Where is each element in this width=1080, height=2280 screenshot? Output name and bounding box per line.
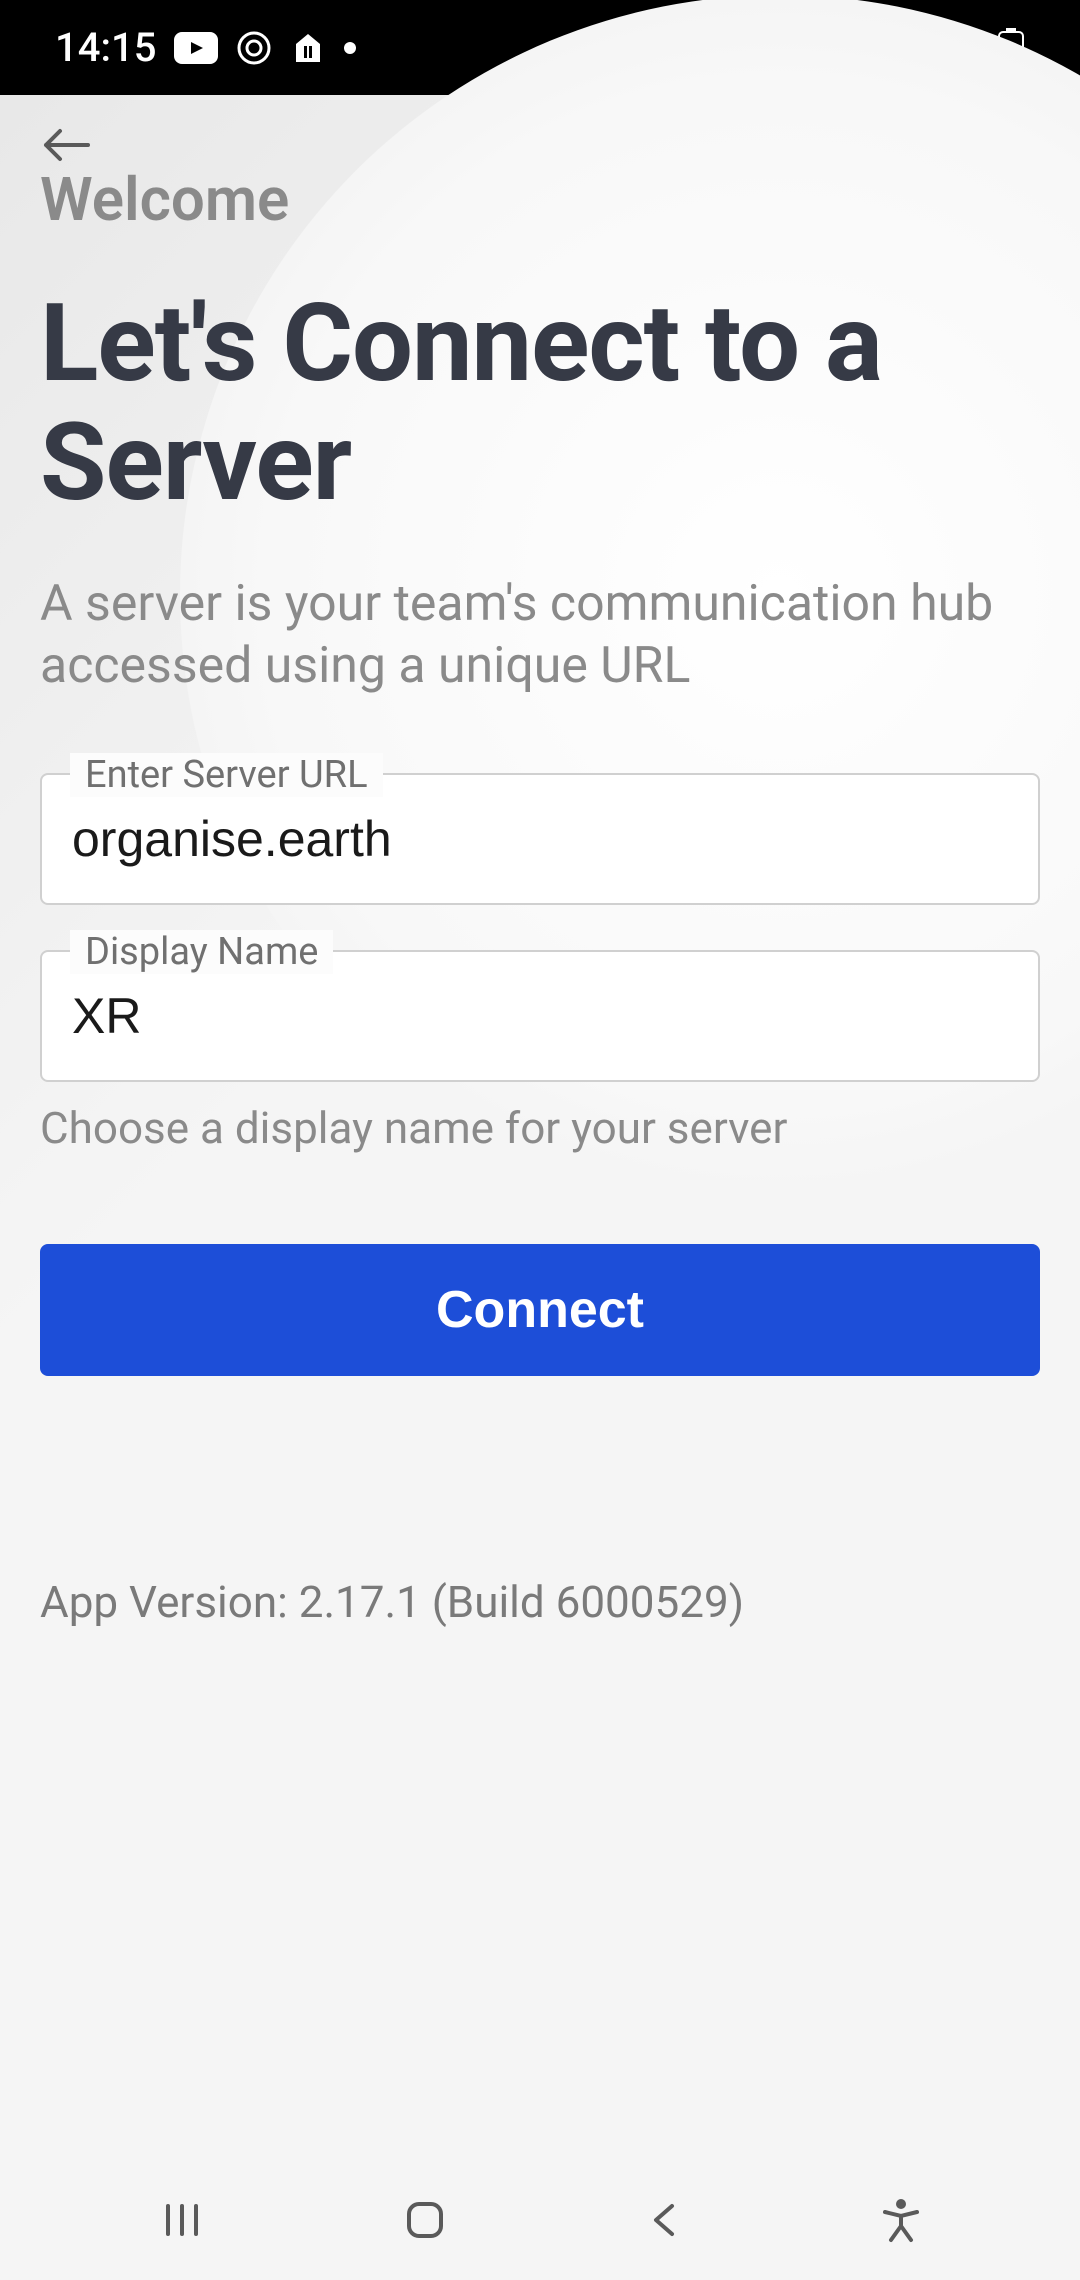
page-subtitle: A server is your team's communication hu… [40, 573, 1040, 698]
connect-button[interactable]: Connect [40, 1244, 1040, 1376]
display-name-label: Display Name [70, 930, 333, 974]
status-time: 14:15 [55, 24, 156, 71]
app-version: App Version: 2.17.1 (Build 6000529) [40, 1576, 1040, 1628]
display-name-helper: Choose a display name for your server [40, 1102, 1040, 1154]
recent-apps-button[interactable] [158, 2196, 206, 2244]
server-url-label: Enter Server URL [70, 753, 383, 797]
accessibility-button[interactable] [879, 2196, 923, 2244]
display-name-field-container: Display Name [40, 950, 1040, 1082]
server-url-field-container: Enter Server URL [40, 773, 1040, 905]
back-nav-button[interactable] [644, 2196, 684, 2244]
content-area: Welcome Let's Connect to a Server A serv… [0, 95, 1080, 2160]
page-title: Let's Connect to a Server [40, 285, 1040, 523]
dot-icon [344, 42, 356, 54]
back-button[interactable] [40, 125, 1040, 169]
food-icon [290, 30, 326, 66]
welcome-label: Welcome [40, 164, 1040, 235]
youtube-icon [174, 32, 218, 64]
sync-icon [236, 30, 272, 66]
home-button[interactable] [401, 2196, 449, 2244]
status-left: 14:15 [55, 24, 356, 71]
navigation-bar [0, 2160, 1080, 2280]
